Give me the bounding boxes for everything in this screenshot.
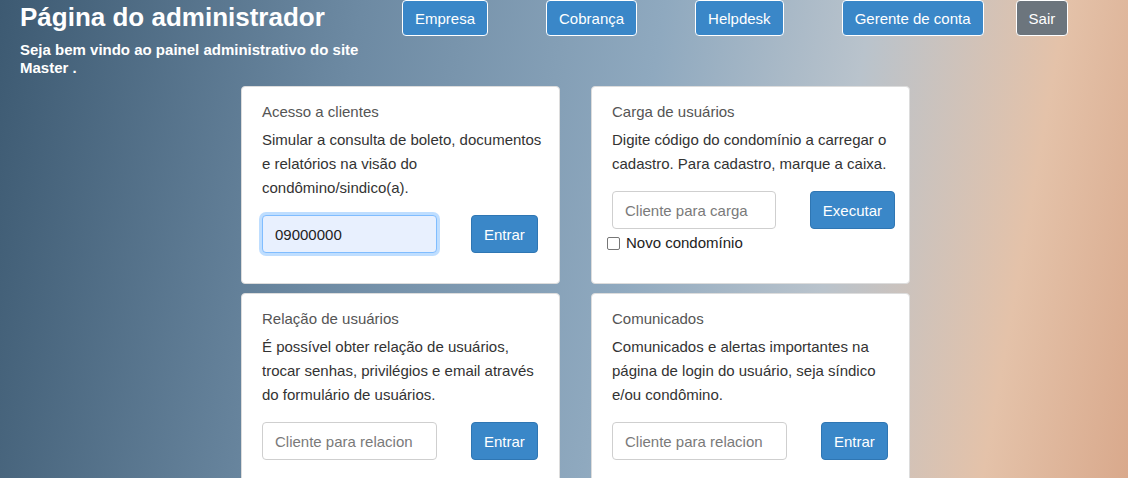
checkbox[interactable] (607, 237, 620, 250)
admin-page: Página do administrador Seja bem vindo ao… (0, 0, 1128, 478)
card: Acesso a clientes Simular a consulta de b… (241, 86, 560, 284)
card-text: Comunicados e alertas importantes na pág… (612, 335, 895, 407)
submit-button[interactable]: Entrar (821, 422, 888, 460)
client-input[interactable] (612, 191, 776, 229)
card-grid: Acesso a clientes Simular a consulta de b… (0, 86, 1128, 478)
card-title: Acesso a clientes (262, 100, 545, 124)
card-title: Comunicados (612, 307, 895, 331)
card-title: Relação de usuários (262, 307, 545, 331)
card-title: Carga de usuários (612, 100, 895, 124)
page-subtitle: Seja bem vindo ao painel administrativo … (20, 41, 370, 77)
client-input[interactable] (262, 215, 437, 253)
nav-button[interactable]: Helpdesk (695, 0, 784, 36)
submit-button[interactable]: Entrar (471, 215, 538, 253)
card-text: Digite código do condomínio a carregar o… (612, 128, 895, 176)
form-row: Entrar (262, 422, 545, 460)
form-row: Entrar (262, 215, 545, 253)
nav-button[interactable]: Sair (1016, 0, 1069, 36)
checkbox-row[interactable]: Novo condomínio (607, 234, 895, 252)
card: Comunicados Comunicados e alertas importa… (591, 293, 910, 478)
client-input[interactable] (612, 422, 787, 460)
submit-button[interactable]: Executar (810, 191, 895, 229)
form-row: Executar (612, 191, 895, 229)
nav-button[interactable]: Empresa (402, 0, 488, 36)
client-input[interactable] (262, 422, 437, 460)
nav-button[interactable]: Gerente de conta (842, 0, 984, 36)
page-title: Página do administrador (20, 1, 382, 33)
card: Carga de usuários Digite código do condom… (591, 86, 910, 284)
checkbox-label: Novo condomínio (626, 234, 743, 252)
card-text: Simular a consulta de boleto, documentos… (262, 128, 545, 200)
heading: Página do administrador Seja bem vindo ao… (0, 0, 382, 77)
header: Página do administrador Seja bem vindo ao… (0, 0, 1128, 86)
submit-button[interactable]: Entrar (471, 422, 538, 460)
top-nav: Empresa Cobrança Helpdesk Gerente de conta S… (402, 0, 1068, 36)
form-row: Entrar (612, 422, 895, 460)
background-photo (0, 0, 1128, 478)
card-text: É possível obter relação de usuários, tr… (262, 335, 545, 407)
card: Relação de usuários É possível obter rela… (241, 293, 560, 478)
nav-button[interactable]: Cobrança (546, 0, 637, 36)
